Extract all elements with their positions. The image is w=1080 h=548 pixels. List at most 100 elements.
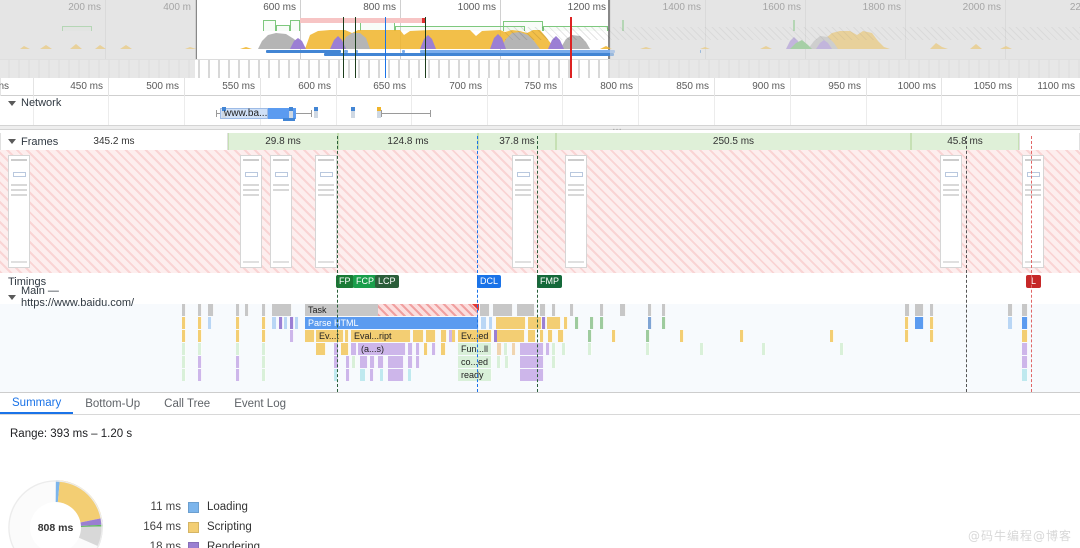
tab-bottom-up[interactable]: Bottom-Up [73, 393, 152, 414]
flame-block[interactable] [1008, 304, 1013, 316]
frame-thumbnail[interactable] [315, 155, 337, 268]
flame-block[interactable] [662, 317, 666, 329]
flame-block[interactable] [295, 317, 299, 329]
flame-block-long-task-warning[interactable] [378, 304, 479, 316]
network-track[interactable]: Network www.ba... [0, 96, 1080, 125]
flame-block[interactable] [528, 330, 536, 342]
flame-block[interactable] [198, 356, 202, 368]
flame-block[interactable] [208, 317, 212, 329]
flame-block[interactable] [262, 330, 266, 342]
flame-block[interactable] [540, 304, 546, 316]
flame-block[interactable] [570, 304, 574, 316]
flame-block[interactable] [520, 356, 544, 368]
frame-thumbnail[interactable] [940, 155, 962, 268]
flame-block[interactable] [497, 330, 525, 342]
flame-block[interactable] [552, 356, 556, 368]
flame-block[interactable] [198, 330, 202, 342]
flame-block[interactable] [208, 304, 214, 316]
flame-block[interactable] [182, 356, 186, 368]
flame-block[interactable] [424, 343, 428, 355]
flame-block[interactable] [915, 304, 924, 316]
flame-block[interactable] [546, 343, 550, 355]
flame-block[interactable] [262, 304, 266, 316]
flame-block[interactable] [905, 304, 910, 316]
flame-block[interactable] [540, 330, 544, 342]
flame-block[interactable] [370, 356, 375, 368]
flame-block[interactable] [408, 369, 412, 381]
flame-block[interactable] [413, 330, 424, 342]
flame-block[interactable] [1022, 330, 1028, 342]
network-track-header[interactable]: Network [0, 96, 150, 110]
flame-block[interactable] [648, 304, 652, 316]
flame-block[interactable] [432, 343, 436, 355]
flame-block[interactable] [915, 317, 924, 329]
flame-block[interactable] [588, 343, 592, 355]
flame-block-anonymous[interactable]: (a...s) [358, 343, 406, 355]
frame-segment[interactable]: 37.8 ms [478, 133, 556, 150]
flame-block[interactable] [489, 317, 493, 329]
details-drawer[interactable]: Summary Bottom-Up Call Tree Event Log Ra… [0, 392, 1080, 548]
flame-block[interactable] [408, 356, 413, 368]
flame-block[interactable] [528, 317, 542, 329]
flame-block[interactable] [388, 369, 404, 381]
flame-block[interactable] [262, 317, 266, 329]
timing-marker-load[interactable]: L [1026, 275, 1042, 288]
flame-block[interactable] [564, 317, 568, 329]
flame-block-compiled[interactable]: co...ed [458, 356, 492, 368]
flame-block[interactable] [236, 343, 240, 355]
network-request-secondary[interactable] [381, 108, 431, 119]
flame-block[interactable] [552, 304, 556, 316]
flame-block[interactable] [316, 343, 326, 355]
flame-block[interactable] [497, 343, 502, 355]
flame-block[interactable] [930, 330, 934, 342]
frame-segment[interactable]: 45.8 ms [911, 133, 1019, 150]
flame-block[interactable] [408, 343, 413, 355]
flame-block[interactable] [182, 304, 186, 316]
chevron-down-icon[interactable] [8, 139, 16, 144]
flame-block[interactable] [346, 356, 350, 368]
timing-marker-fmp[interactable]: FMP [537, 275, 562, 288]
flame-block[interactable] [426, 330, 436, 342]
flame-block[interactable] [517, 304, 535, 316]
flame-block[interactable] [558, 330, 564, 342]
flame-block[interactable] [1022, 317, 1028, 329]
flame-block[interactable] [182, 317, 186, 329]
flame-block[interactable] [646, 343, 650, 355]
flame-block-event[interactable]: Ev...t [316, 330, 344, 342]
flame-block[interactable] [512, 343, 516, 355]
flame-block[interactable] [360, 356, 368, 368]
flame-block[interactable] [481, 317, 487, 329]
flame-block[interactable] [182, 343, 186, 355]
flame-block[interactable] [272, 317, 277, 329]
flame-block[interactable] [905, 330, 909, 342]
chevron-down-icon[interactable] [8, 294, 16, 300]
flame-block[interactable] [198, 369, 202, 381]
flame-block[interactable] [441, 343, 446, 355]
flame-block-function-call[interactable]: Fun...ll [458, 343, 492, 355]
flame-block[interactable] [1008, 317, 1013, 329]
flame-block[interactable] [388, 356, 404, 368]
timing-marker-lcp[interactable]: LCP [375, 275, 399, 288]
flame-block[interactable] [588, 330, 592, 342]
flame-block[interactable] [575, 317, 579, 329]
timing-marker-dcl[interactable]: DCL [477, 275, 502, 288]
tab-call-tree[interactable]: Call Tree [152, 393, 222, 414]
tab-event-log[interactable]: Event Log [222, 393, 298, 414]
flame-block[interactable] [612, 330, 616, 342]
flame-block[interactable] [505, 356, 509, 368]
flame-block[interactable] [370, 369, 374, 381]
flame-block[interactable] [1022, 369, 1028, 381]
flame-block[interactable] [305, 330, 315, 342]
flame-block[interactable] [1022, 356, 1028, 368]
flame-block[interactable] [272, 304, 292, 316]
flame-block-ready[interactable]: ready [458, 369, 492, 381]
flame-block-event-ed[interactable]: Ev...ed [458, 330, 492, 342]
flame-block[interactable] [236, 356, 240, 368]
flame-block[interactable] [930, 304, 934, 316]
flame-block[interactable] [600, 304, 604, 316]
frame-thumbnail[interactable] [512, 155, 534, 268]
frame-segment[interactable] [1019, 133, 1080, 150]
flame-block[interactable] [547, 317, 561, 329]
frame-thumbnail[interactable] [565, 155, 587, 268]
frames-track-header[interactable]: Frames [0, 133, 150, 150]
